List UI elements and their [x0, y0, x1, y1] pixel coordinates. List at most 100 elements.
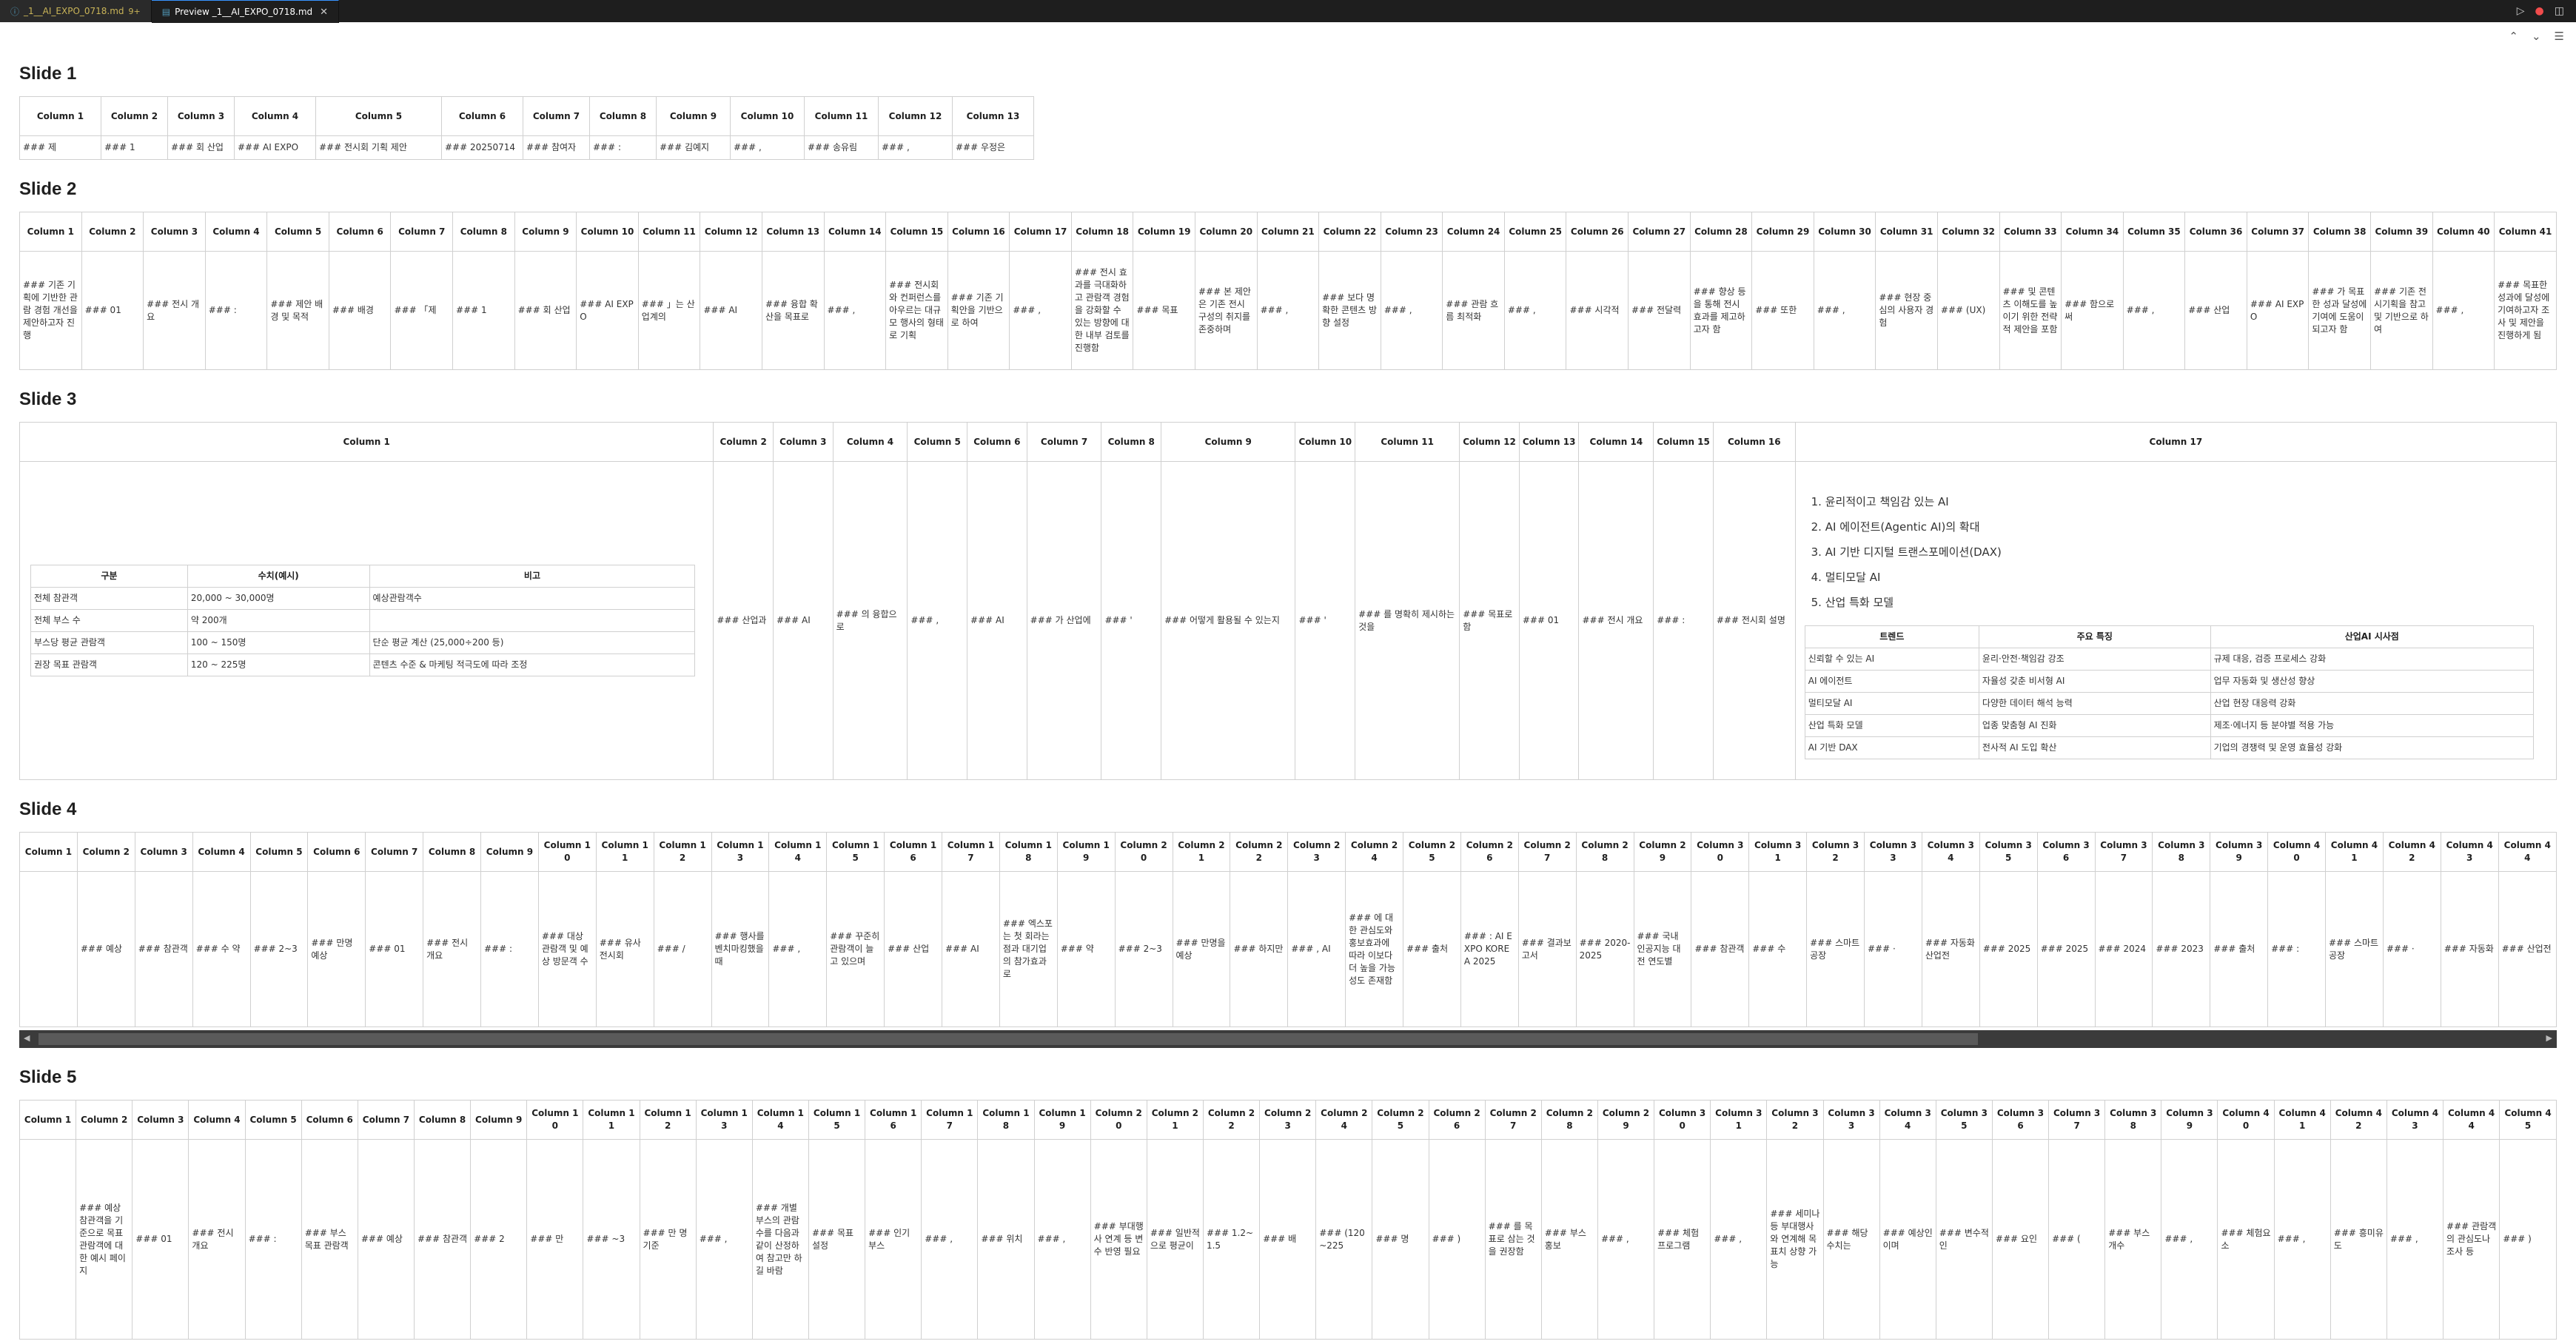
nested-row: 신뢰할 수 있는 AI 윤리·안전·책임감 강조 규제 대응, 검증 프로세스 강화 [1804, 648, 2535, 671]
column-header: Column 11 [637, 212, 701, 252]
record-icon[interactable]: ● [2535, 5, 2544, 17]
table-cell: ### AI [942, 871, 1000, 1027]
nested-cell: 자율성 갖춘 비서형 AI [1978, 670, 2211, 693]
table-cell: ### 스마트공장 [1806, 871, 1865, 1027]
table-cell: ### 를 명확히 제시하는 것을 [1355, 461, 1460, 780]
table-cell: ### 유사 전시회 [595, 871, 654, 1027]
column-header: Column 13 [761, 212, 825, 252]
column-header: Column 17 [1794, 422, 2557, 462]
slide-5-heading: Slide 5 [19, 1067, 77, 1087]
table-cell: ### 목표한 성과에 달성에 기여하고자 조사 및 제안을 진행하게 됨 [2494, 251, 2557, 370]
list-item: AI 기반 디지털 트랜스포메이션(DAX) [1825, 540, 2534, 565]
column-header: Column 28 [1575, 832, 1634, 872]
column-header: Column 4 [832, 422, 908, 462]
list-icon[interactable]: ☰ [2555, 30, 2564, 43]
column-header: Column 6 [441, 96, 523, 136]
column-header: Column 44 [2443, 1100, 2500, 1140]
table-cell: ### , [2161, 1139, 2218, 1340]
table-cell: ### 01 [81, 251, 144, 370]
horizontal-scrollbar[interactable]: ◀ ▶ [19, 1030, 2557, 1048]
table-cell: ### 2024 [2094, 871, 2153, 1027]
tab-markdown-source[interactable]: ⓘ _1__AI_EXPO_0718.md 9+ [0, 0, 152, 22]
table-cell: ### 기존 기획에 기반한 관람 경험 개선을 제안하고자 진행 [19, 251, 82, 370]
column-header: Column 20 [1090, 1100, 1147, 1140]
table-cell: ### , [1503, 251, 1567, 370]
column-header: Column 24 [1442, 212, 1505, 252]
tab-preview[interactable]: ▤ Preview _1__AI_EXPO_0718.md ✕ [151, 0, 340, 23]
table-cell [19, 871, 78, 1027]
column-header: Column 25 [1372, 1100, 1429, 1140]
table-cell: ### 김예지 [656, 135, 731, 160]
table-cell: ### · [1864, 871, 1922, 1027]
scroll-right-icon[interactable]: ▶ [2546, 1033, 2552, 1043]
table-cell: ### 전시 개요 [188, 1139, 246, 1340]
nested-cell: 윤리·안전·책임감 강조 [1978, 648, 2211, 671]
column-header: Column 31 [1710, 1100, 1768, 1140]
column-header: Column 27 [1484, 1100, 1542, 1140]
table-cell: ### / [653, 871, 712, 1027]
column-header: Column 5 [244, 1100, 302, 1140]
table-cell: ### 의 융합으로 [832, 461, 908, 780]
column-header: Column 39 [2161, 1100, 2218, 1140]
nested-column-header: 비고 [369, 565, 696, 588]
table-cell: ### 결과보고서 [1517, 871, 1577, 1027]
info-icon: ⓘ [10, 6, 20, 17]
column-header: Column 34 [1921, 832, 1980, 872]
column-header: Column 36 [2036, 832, 2096, 872]
column-header: Column 19 [1056, 832, 1116, 872]
table-cell: ### 전시 개요 [1578, 461, 1654, 780]
table-row: ### 기존 기획에 기반한 관람 경험 개선을 제안하고자 진행 ### 01 #… [19, 251, 2557, 370]
nested-cell: 100 ~ 150명 [187, 631, 370, 654]
column-header: Column 21 [1256, 212, 1320, 252]
column-header: Column 40 [2267, 832, 2326, 872]
header-row: Column 1 Column 2 Column 3 Column 4 Column 5… [19, 422, 2557, 462]
table-cell: ### 만 명 기준 [639, 1139, 697, 1340]
column-header: Column 41 [2273, 1100, 2331, 1140]
column-header: Column 15 [826, 832, 885, 872]
nested-cell: 산업 특화 모델 [1804, 714, 1979, 737]
table-cell: ### 1 [101, 135, 168, 160]
column-header: Column 15 [1653, 422, 1714, 462]
column-header: Column 36 [1991, 1100, 2050, 1140]
column-header: Column 7 [1026, 422, 1102, 462]
column-header: Column 9 [656, 96, 731, 136]
slide-2-table: Column 1 Column 2 Column 3 Column 4 Column 5… [19, 212, 2557, 370]
tab-spacer [339, 0, 2517, 22]
table-cell: ### 시각적 [1566, 251, 1629, 370]
editor-actions: ▷ ● ◫ [2517, 0, 2576, 22]
column-header: Column 29 [1597, 1100, 1655, 1140]
table-cell: ### , [878, 135, 953, 160]
table-cell: ### : [244, 1139, 302, 1340]
table-cell: ### 목표로함 [1459, 461, 1520, 780]
close-icon[interactable]: ✕ [320, 7, 328, 18]
column-header: Column 9 [470, 1100, 528, 1140]
table-cell: ### , [1813, 251, 1876, 370]
scroll-left-icon[interactable]: ◀ [24, 1033, 30, 1043]
table-cell: ### 스마트공장 [2325, 871, 2384, 1027]
column-header: Column 37 [2246, 212, 2310, 252]
table-cell: ### 자동화산업전 [1921, 871, 1980, 1027]
nested-row: 권장 목표 관람객 120 ~ 225명 콘텐츠 수준 & 마케팅 적극도에 따라 … [30, 653, 696, 676]
table-cell: ### , [768, 871, 828, 1027]
column-header: Column 2 [76, 1100, 133, 1140]
table-cell: ### , [1597, 1139, 1655, 1340]
column-header: Column 13 [711, 832, 770, 872]
table-cell: ### 산업 [884, 871, 942, 1027]
column-header: Column 35 [1979, 832, 2038, 872]
chevron-down-icon[interactable]: ⌄ [2532, 30, 2541, 43]
column-header: Column 10 [576, 212, 639, 252]
modified-badge: 9+ [128, 6, 141, 16]
chevron-up-icon[interactable]: ⌃ [2509, 30, 2518, 43]
split-editor-icon[interactable]: ◫ [2555, 5, 2564, 17]
table-row: ### 제 ### 1 ### 회 산업 ### AI EXPO ### 전시회 기획 … [19, 135, 1034, 160]
table-cell: ### , [1256, 251, 1320, 370]
nested-cell: 신뢰할 수 있는 AI [1804, 648, 1979, 671]
run-icon[interactable]: ▷ [2517, 5, 2525, 17]
column-header: Column 40 [2217, 1100, 2275, 1140]
table-cell: ### 예상 [357, 1139, 415, 1340]
column-header: Column 3 [773, 422, 833, 462]
table-cell: ### 산업 [2184, 251, 2247, 370]
table-cell: ### 자동화 [2440, 871, 2499, 1027]
scrollbar-thumb[interactable] [38, 1033, 1978, 1045]
column-header: Column 7 [365, 832, 424, 872]
